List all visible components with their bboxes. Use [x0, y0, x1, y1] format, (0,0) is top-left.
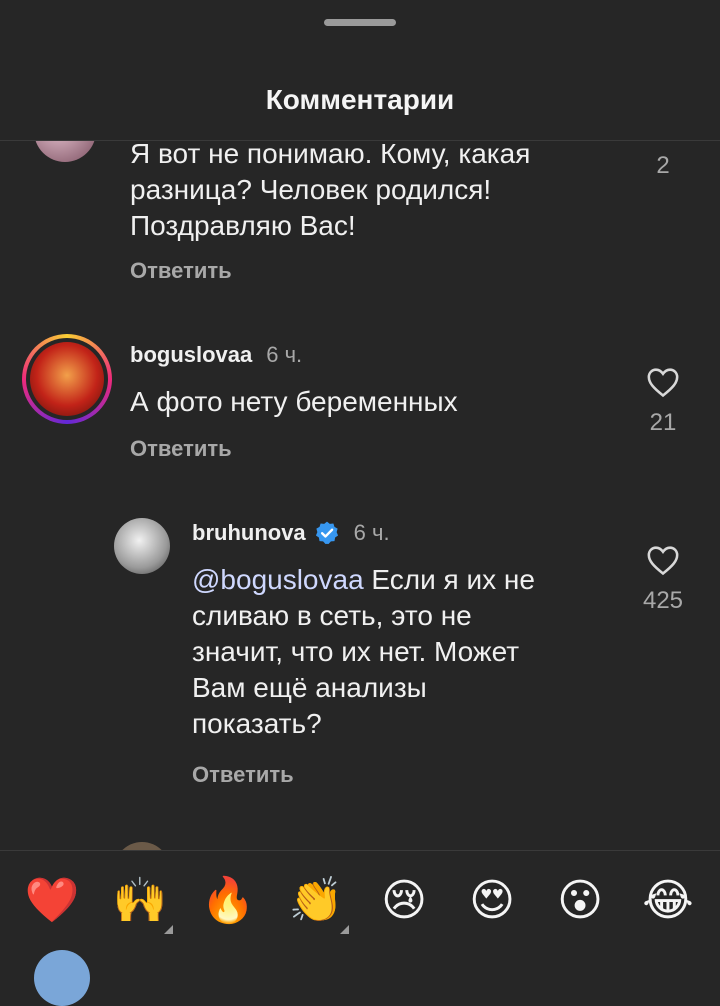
emoji-reaction-bar: ❤️ 🙌 🔥 👏 😢 😍 😮 😂 — [0, 850, 720, 961]
like-control[interactable]: 2 — [633, 152, 693, 180]
skin-tone-indicator-icon — [340, 925, 349, 934]
skin-tone-indicator-icon — [164, 925, 173, 934]
avatar[interactable] — [22, 334, 112, 424]
emoji-open-mouth-button[interactable]: 😮 — [552, 873, 608, 929]
emoji-raising-hands-button[interactable]: 🙌 — [112, 873, 168, 929]
reply-button[interactable]: Ответить — [130, 258, 232, 284]
heart-icon[interactable] — [646, 366, 680, 398]
avatar — [34, 950, 90, 1006]
avatar[interactable] — [114, 842, 170, 850]
like-control[interactable]: 21 — [633, 366, 693, 437]
emoji-clapping-hands-button[interactable]: 👏 — [288, 873, 344, 929]
emoji-crying-face-button[interactable]: 😢 — [376, 873, 432, 929]
username[interactable]: bruhunova — [192, 520, 306, 546]
heart-icon[interactable] — [646, 544, 680, 576]
reply-button[interactable]: Ответить — [192, 762, 294, 788]
like-control[interactable]: 425 — [633, 544, 693, 615]
comment-username[interactable]: bruhunova 6 ч. — [192, 520, 390, 546]
mention-link[interactable]: @boguslovaa — [192, 564, 364, 595]
page-title: Комментарии — [265, 84, 455, 115]
emoji-red-heart-button[interactable]: ❤️ — [24, 873, 80, 929]
comment-time: 6 ч. — [353, 520, 390, 545]
like-count: 2 — [656, 152, 670, 179]
sheet-header: Комментарии — [0, 0, 720, 141]
comment-username[interactable]: boguslovaa 6 ч. — [130, 342, 302, 368]
like-count: 21 — [649, 409, 677, 436]
like-count: 425 — [642, 587, 684, 614]
comment-text: @boguslovaa Если я их не сливаю в сеть, … — [192, 564, 535, 739]
emoji-tears-of-joy-button[interactable]: 😂 — [640, 873, 696, 929]
emoji-fire-button[interactable]: 🔥 — [200, 873, 256, 929]
verified-badge-icon — [315, 521, 338, 545]
comment-time: 6 ч. — [266, 342, 303, 367]
divider — [0, 140, 720, 141]
avatar[interactable] — [114, 518, 170, 574]
drag-handle[interactable] — [324, 19, 396, 26]
reply-button[interactable]: Ответить — [130, 436, 232, 462]
comment-text: Я вот не понимаю. Кому, какая разница? Ч… — [130, 138, 531, 241]
comment-text: А фото нету беременных — [130, 386, 458, 417]
username[interactable]: boguslovaa — [130, 342, 252, 368]
emoji-heart-eyes-button[interactable]: 😍 — [464, 873, 520, 929]
